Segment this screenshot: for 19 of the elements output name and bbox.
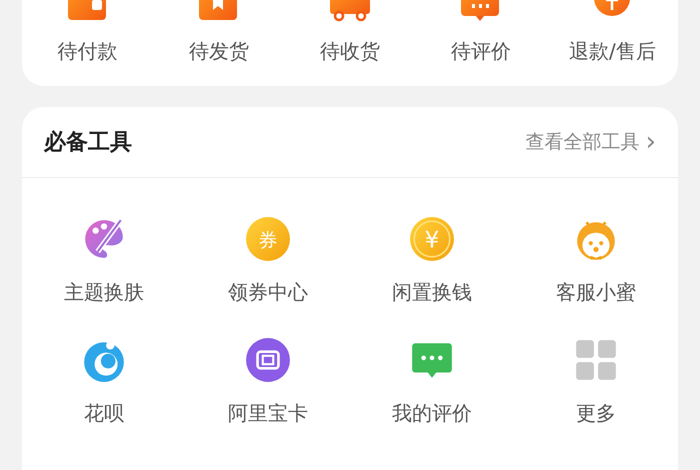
order-status-button[interactable]: 待评价	[416, 0, 547, 86]
view-all-link[interactable]: 查看全部工具 ›	[526, 128, 656, 156]
tool-button[interactable]: 客服小蜜	[514, 216, 678, 307]
coin-icon: 券	[245, 216, 291, 262]
order-status-button[interactable]: 待付款	[22, 0, 154, 86]
tool-button[interactable]: 我的评价	[350, 337, 514, 428]
tool-button[interactable]: 更多	[514, 337, 678, 428]
tool-button[interactable]: 阿里宝卡	[186, 337, 350, 428]
tool-button[interactable]: 花呗	[22, 337, 186, 428]
section-title: 必备工具	[44, 128, 132, 156]
tool-button[interactable]: ¥ 闲置换钱	[350, 216, 514, 307]
order-status-button[interactable]: 待发货	[153, 0, 284, 86]
coin-icon: ¥	[409, 216, 455, 262]
tool-button[interactable]: 券 领券中心	[186, 216, 350, 307]
grid-icon	[573, 337, 619, 383]
sim-card-icon	[245, 337, 291, 383]
tool-button[interactable]: 主题换肤	[22, 216, 186, 307]
order-status-button[interactable]: 退款/售后	[546, 0, 678, 86]
order-status-button[interactable]: 待收货	[284, 0, 416, 86]
